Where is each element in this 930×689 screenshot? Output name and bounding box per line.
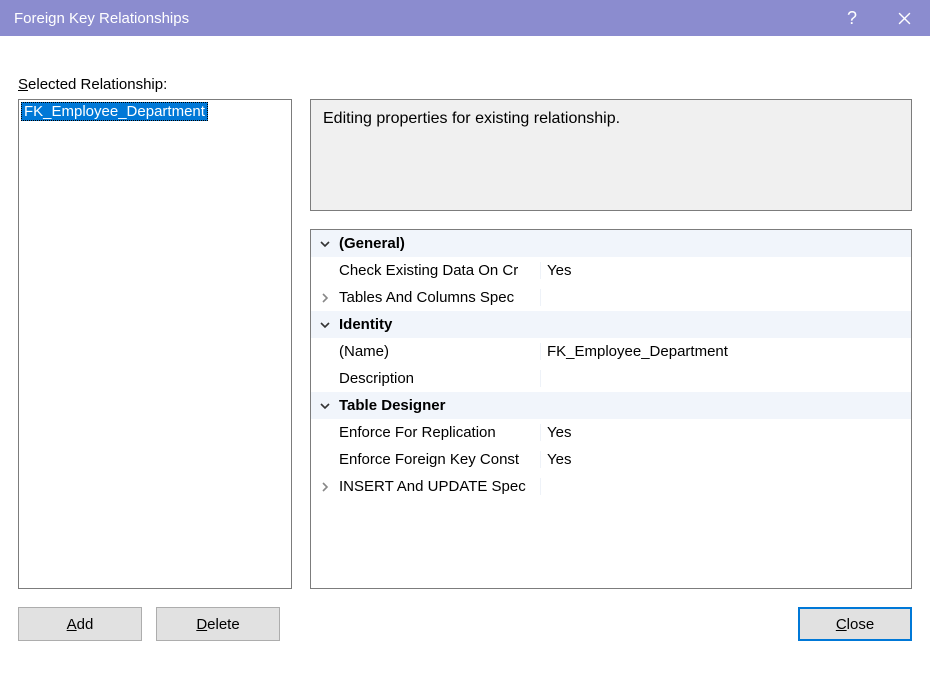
bottom-buttons: Close: [310, 607, 912, 641]
right-column: Editing properties for existing relation…: [310, 99, 912, 641]
prop-label: (Name): [339, 343, 541, 360]
property-grid[interactable]: (General) Check Existing Data On Cr Yes …: [310, 229, 912, 589]
add-button[interactable]: Add: [18, 607, 142, 641]
close-button[interactable]: Close: [798, 607, 912, 641]
prop-check-existing[interactable]: Check Existing Data On Cr Yes: [311, 257, 911, 284]
relationship-list[interactable]: FK_Employee_Department: [18, 99, 292, 589]
prop-label: Description: [339, 370, 541, 387]
expand-toggle[interactable]: [311, 401, 339, 411]
prop-name[interactable]: (Name) FK_Employee_Department: [311, 338, 911, 365]
category-table-designer[interactable]: Table Designer: [311, 392, 911, 419]
description-panel: Editing properties for existing relation…: [310, 99, 912, 211]
chevron-down-icon: [320, 401, 330, 411]
prop-label: Tables And Columns Spec: [339, 289, 541, 306]
prop-label: Check Existing Data On Cr: [339, 262, 541, 279]
expand-toggle[interactable]: [311, 482, 339, 492]
prop-label: Enforce Foreign Key Const: [339, 451, 541, 468]
close-window-button[interactable]: [878, 0, 930, 36]
category-general[interactable]: (General): [311, 230, 911, 257]
expand-toggle[interactable]: [311, 293, 339, 303]
prop-description[interactable]: Description: [311, 365, 911, 392]
chevron-down-icon: [320, 320, 330, 330]
window-title: Foreign Key Relationships: [14, 10, 826, 27]
main-row: FK_Employee_Department Add Delete Editin…: [18, 99, 912, 641]
prop-label: Enforce For Replication: [339, 424, 541, 441]
chevron-right-icon: [320, 293, 330, 303]
left-column: FK_Employee_Department Add Delete: [18, 99, 292, 641]
delete-button[interactable]: Delete: [156, 607, 280, 641]
prop-insert-update[interactable]: INSERT And UPDATE Spec: [311, 473, 911, 500]
close-icon: [898, 12, 911, 25]
prop-value[interactable]: Yes: [541, 424, 911, 441]
chevron-right-icon: [320, 482, 330, 492]
relationship-item[interactable]: FK_Employee_Department: [21, 102, 208, 121]
titlebar: Foreign Key Relationships ?: [0, 0, 930, 36]
selected-relationship-label: Selected Relationship:: [18, 76, 912, 93]
expand-toggle[interactable]: [311, 320, 339, 330]
prop-tables-columns[interactable]: Tables And Columns Spec: [311, 284, 911, 311]
list-buttons-row: Add Delete: [18, 607, 292, 641]
expand-toggle[interactable]: [311, 239, 339, 249]
prop-enforce-replication[interactable]: Enforce For Replication Yes: [311, 419, 911, 446]
prop-value[interactable]: Yes: [541, 262, 911, 279]
category-identity[interactable]: Identity: [311, 311, 911, 338]
prop-value[interactable]: FK_Employee_Department: [541, 343, 911, 360]
prop-value[interactable]: Yes: [541, 451, 911, 468]
chevron-down-icon: [320, 239, 330, 249]
prop-label: INSERT And UPDATE Spec: [339, 478, 541, 495]
prop-enforce-fk[interactable]: Enforce Foreign Key Const Yes: [311, 446, 911, 473]
help-button[interactable]: ?: [826, 0, 878, 36]
dialog-content: Selected Relationship: FK_Employee_Depar…: [0, 36, 930, 659]
